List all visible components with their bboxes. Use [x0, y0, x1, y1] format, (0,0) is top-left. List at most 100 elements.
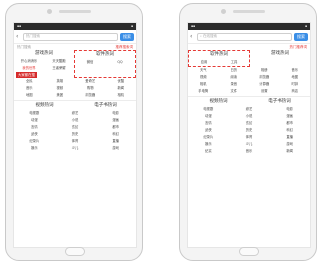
- bottom-item[interactable]: 游戏: [269, 141, 310, 148]
- bottom-item[interactable]: 小说: [229, 113, 270, 120]
- bottom-item[interactable]: 直播: [269, 134, 310, 141]
- app-item[interactable]: 录音: [219, 81, 250, 88]
- app-item[interactable]: 地图: [280, 74, 311, 81]
- status-bar: ▪▪ ▪: [14, 23, 136, 30]
- software-title: 软件热词: [96, 52, 114, 57]
- status-bar: ▪▪ ▪: [188, 23, 310, 30]
- bottom-item[interactable]: 游戏: [95, 145, 136, 152]
- app-item[interactable]: 阅读: [219, 74, 250, 81]
- home-button[interactable]: [65, 247, 85, 256]
- game-item[interactable]: 天天酷跑: [44, 58, 74, 65]
- game-section: 游戏热词: [250, 50, 310, 67]
- bottom-item[interactable]: 都市: [95, 124, 136, 131]
- bottom-item[interactable]: 言情: [14, 124, 55, 131]
- bottom-item[interactable]: 电影: [95, 110, 136, 117]
- home-button[interactable]: [239, 247, 259, 256]
- bottom-item[interactable]: 言情: [188, 120, 229, 127]
- bottom-item[interactable]: 新闻: [269, 148, 310, 155]
- more-item[interactable]: 全民: [14, 78, 45, 85]
- more-item[interactable]: 相机: [106, 92, 137, 99]
- game-item[interactable]: 我的世界: [14, 65, 44, 72]
- bottom-item[interactable]: 漫画: [95, 117, 136, 124]
- bottom-item[interactable]: 玄幻: [55, 124, 96, 131]
- bottom-item[interactable]: 科幻: [95, 131, 136, 138]
- bottom-titles: 视频热词 电子书热词: [188, 98, 310, 106]
- back-icon[interactable]: ‹: [16, 33, 21, 40]
- right-phone: ▪▪ ▪ ‹ ⌕ 在线搜索 搜索 热门推荐词 软件热词 应用 工具 游戏热词 天气 …: [179, 3, 317, 261]
- note: 热门推荐词: [289, 44, 308, 49]
- bottom-item[interactable]: 少儿: [229, 141, 270, 148]
- bottom-item[interactable]: 体育: [55, 138, 96, 145]
- game-item[interactable]: 开心消消乐: [14, 58, 44, 65]
- more-item[interactable]: 地图: [14, 92, 45, 99]
- software-item[interactable]: 微信: [75, 59, 105, 66]
- bottom-item[interactable]: 音乐: [229, 148, 270, 155]
- bottom-item[interactable]: 直播: [95, 138, 136, 145]
- more-item[interactable]: 英雄: [45, 78, 76, 85]
- more-item[interactable]: 美团: [45, 92, 76, 99]
- search-button[interactable]: 搜索: [294, 32, 308, 41]
- app-item[interactable]: 相机: [188, 81, 219, 88]
- more-item[interactable]: 优酷: [106, 78, 137, 85]
- bottom-item[interactable]: 玄幻: [229, 120, 270, 127]
- bottom-item[interactable]: 科幻: [269, 127, 310, 134]
- hot-sections: 游戏热词 开心消消乐 天天酷跑 我的世界 王者荣耀 大家都在搜 软件热词 微信 …: [14, 50, 136, 78]
- bottom-item[interactable]: 小说: [55, 117, 96, 124]
- more-item[interactable]: 新闻: [106, 85, 137, 92]
- software-item[interactable]: 工具: [219, 59, 249, 66]
- bottom-item[interactable]: 纪实: [188, 148, 229, 155]
- bottom-item[interactable]: 漫画: [269, 113, 310, 120]
- bottom-item[interactable]: 娱乐: [188, 141, 229, 148]
- search-input[interactable]: ⌕ 在线搜索: [197, 32, 292, 41]
- bottom-item[interactable]: 少儿: [55, 145, 96, 152]
- app-item[interactable]: 视频: [188, 74, 219, 81]
- bottom-item[interactable]: 动漫: [14, 117, 55, 124]
- app-item[interactable]: 时钟: [280, 81, 311, 88]
- bottom-item[interactable]: 历史: [229, 127, 270, 134]
- software-grid: 应用 工具: [189, 59, 249, 66]
- bottom-item[interactable]: 武侠: [14, 131, 55, 138]
- app-item[interactable]: 计算器: [249, 81, 280, 88]
- software-item[interactable]: 应用: [189, 59, 219, 66]
- app-item[interactable]: 日历: [219, 67, 250, 74]
- bottom-grid: 电视剧 综艺 电影 动漫 小说 漫画 言情 玄幻 都市 武侠 历史 科幻 纪录片…: [188, 106, 310, 155]
- app-item[interactable]: 设置: [249, 88, 280, 95]
- app-item[interactable]: 浏览器: [249, 74, 280, 81]
- bottom-item[interactable]: 体育: [229, 134, 270, 141]
- bottom-item[interactable]: 历史: [55, 131, 96, 138]
- bottom-item[interactable]: 都市: [269, 120, 310, 127]
- search-button[interactable]: 搜索: [120, 32, 134, 41]
- app-item[interactable]: 天气: [188, 67, 219, 74]
- app-item[interactable]: 相册: [249, 67, 280, 74]
- more-item[interactable]: 浏览器: [75, 92, 106, 99]
- more-item[interactable]: 视频: [45, 85, 76, 92]
- bottom-grid: 电视剧 综艺 电影 动漫 小说 漫画 言情 玄幻 都市 武侠 历史 科幻 纪录片…: [14, 110, 136, 152]
- bottom-item[interactable]: 动漫: [188, 113, 229, 120]
- app-item[interactable]: 商店: [280, 88, 311, 95]
- app-item[interactable]: 音乐: [280, 67, 311, 74]
- back-icon[interactable]: ‹: [190, 33, 195, 40]
- bottom-item[interactable]: 电影: [269, 106, 310, 113]
- bottom-item[interactable]: 武侠: [188, 127, 229, 134]
- bottom-item[interactable]: 综艺: [55, 110, 96, 117]
- history-note: 推荐搜索词: [115, 44, 134, 49]
- more-item[interactable]: 购物: [75, 85, 106, 92]
- left-phone: ▪▪ ▪ ‹ 热门搜索 搜索 热门搜索 推荐搜索词 游戏热词 开心消消乐 天天酷跑…: [5, 3, 143, 261]
- software-title: 软件热词: [210, 52, 228, 57]
- more-item[interactable]: 音乐: [14, 85, 45, 92]
- bottom-item[interactable]: 纪录片: [188, 134, 229, 141]
- bottom-item[interactable]: 综艺: [229, 106, 270, 113]
- speaker: [233, 10, 265, 13]
- divider: [14, 100, 136, 101]
- more-item[interactable]: 爱奇艺: [75, 78, 106, 85]
- app-item[interactable]: 文件: [219, 88, 250, 95]
- search-input[interactable]: 热门搜索: [23, 32, 118, 41]
- bottom-item[interactable]: 纪录片: [14, 138, 55, 145]
- software-item[interactable]: QQ: [105, 59, 135, 66]
- camera-icon: [221, 9, 226, 14]
- app-item[interactable]: 手电筒: [188, 88, 219, 95]
- bottom-item[interactable]: 娱乐: [14, 145, 55, 152]
- game-item[interactable]: 王者荣耀: [44, 65, 74, 72]
- bottom-item[interactable]: 电视剧: [14, 110, 55, 117]
- bottom-item[interactable]: 电视剧: [188, 106, 229, 113]
